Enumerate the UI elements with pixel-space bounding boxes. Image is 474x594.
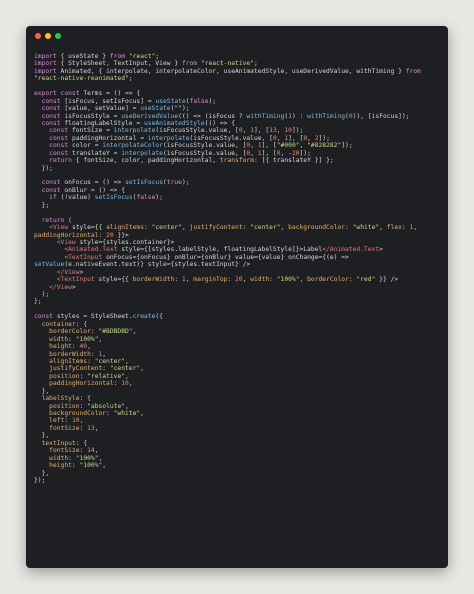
code-line: <TextInput style={{ borderWidth: 1, marg… xyxy=(56,276,399,284)
code-line: }); xyxy=(41,164,53,172)
code-line: </View> xyxy=(49,283,76,291)
code-line: paddingHorizontal: 10, xyxy=(49,380,133,388)
code-line: width: "100%", xyxy=(49,335,103,343)
code-line: const floatingLabelStyle = useAnimatedSt… xyxy=(41,119,236,127)
code-line: const color = interpolateColor(isFocusSt… xyxy=(49,142,353,150)
code-line: return ( xyxy=(41,216,72,224)
code-line: justifyContent: "center", xyxy=(49,365,144,373)
window-titlebar xyxy=(26,26,448,48)
code-line: textInput: { xyxy=(41,439,88,447)
code-line: const translateY = interpolate(isFocusSt… xyxy=(49,149,311,157)
code-line: }; xyxy=(41,201,50,209)
code-line: position: "absolute", xyxy=(49,402,129,410)
code-line: <Animated.Text style={[styles.labelStyle… xyxy=(64,246,383,254)
code-line: const fontSize = interpolate(isFocusStyl… xyxy=(49,127,304,135)
code-line: const styles = StyleSheet.create({ xyxy=(34,313,163,321)
code-line: import Animated, { interpolate, interpol… xyxy=(34,67,421,75)
code-line: <TextInput onFocus={onFocus} onBlur={onB… xyxy=(64,253,349,261)
minimize-dot-icon[interactable] xyxy=(45,33,51,39)
code-line: const paddingHorizontal = interpolate(is… xyxy=(49,134,330,142)
code-line: const isFocusStyle = useDerivedValue(() … xyxy=(41,112,410,120)
code-line: </View> xyxy=(56,268,84,276)
code-line: }; xyxy=(34,298,42,306)
code-window: import { useState } from "react"; import … xyxy=(26,26,448,568)
code-line: fontSize: 14, xyxy=(49,447,99,455)
code-line: alignItems: "center", xyxy=(49,357,129,365)
code-line: setValue(e.nativeEvent.text)} style={sty… xyxy=(34,261,251,269)
code-line: }); xyxy=(34,476,46,484)
code-line: const [isFocus, setIsFocus] = useState(f… xyxy=(41,97,217,105)
code-line: height: "100%", xyxy=(49,462,107,470)
code-line: borderColor: "#BDBDBD", xyxy=(49,328,137,336)
code-line: const [value, setValue] = useState(""); xyxy=(41,105,190,113)
code-line: return { fontSize, color, paddingHorizon… xyxy=(49,157,334,165)
code-line: "react-native-reanimated"; xyxy=(34,75,133,83)
code-block: import { useState } from "react"; import … xyxy=(34,53,440,484)
close-dot-icon[interactable] xyxy=(35,33,41,39)
code-line: width: "100%", xyxy=(49,454,103,462)
code-line: <View style={{ alignItems: "center", jus… xyxy=(49,224,418,232)
code-line: const onFocus = () => setIsFocus(true); xyxy=(41,179,190,187)
code-line: export const Terms = () => { xyxy=(34,90,141,98)
code-line: }, xyxy=(41,432,50,440)
code-line: fontSize: 13, xyxy=(49,424,99,432)
code-line: container: { xyxy=(41,320,88,328)
code-line: const onBlur = () => { xyxy=(41,186,126,194)
code-line: borderWidth: 1, xyxy=(49,350,107,358)
code-line: position: "relative", xyxy=(49,372,129,380)
code-line: }, xyxy=(41,469,50,477)
code-line: backgroundColor: "white", xyxy=(49,410,144,417)
code-line: <View style={styles.container}> xyxy=(56,238,175,246)
code-line: paddingHorizontal: 20 }}> xyxy=(34,231,129,239)
code-line: if (!value) setIsFocus(false); xyxy=(49,194,163,202)
code-line: height: 40, xyxy=(49,343,91,351)
code-line: import { useState } from "react"; xyxy=(34,53,160,60)
code-line: }, xyxy=(41,387,50,395)
code-line: import { StyleSheet, TextInput, View } f… xyxy=(34,60,258,68)
code-line: labelStyle: { xyxy=(41,395,91,403)
code-line: ); xyxy=(41,291,50,298)
maximize-dot-icon[interactable] xyxy=(55,33,61,39)
code-line: left: 10, xyxy=(49,417,84,425)
